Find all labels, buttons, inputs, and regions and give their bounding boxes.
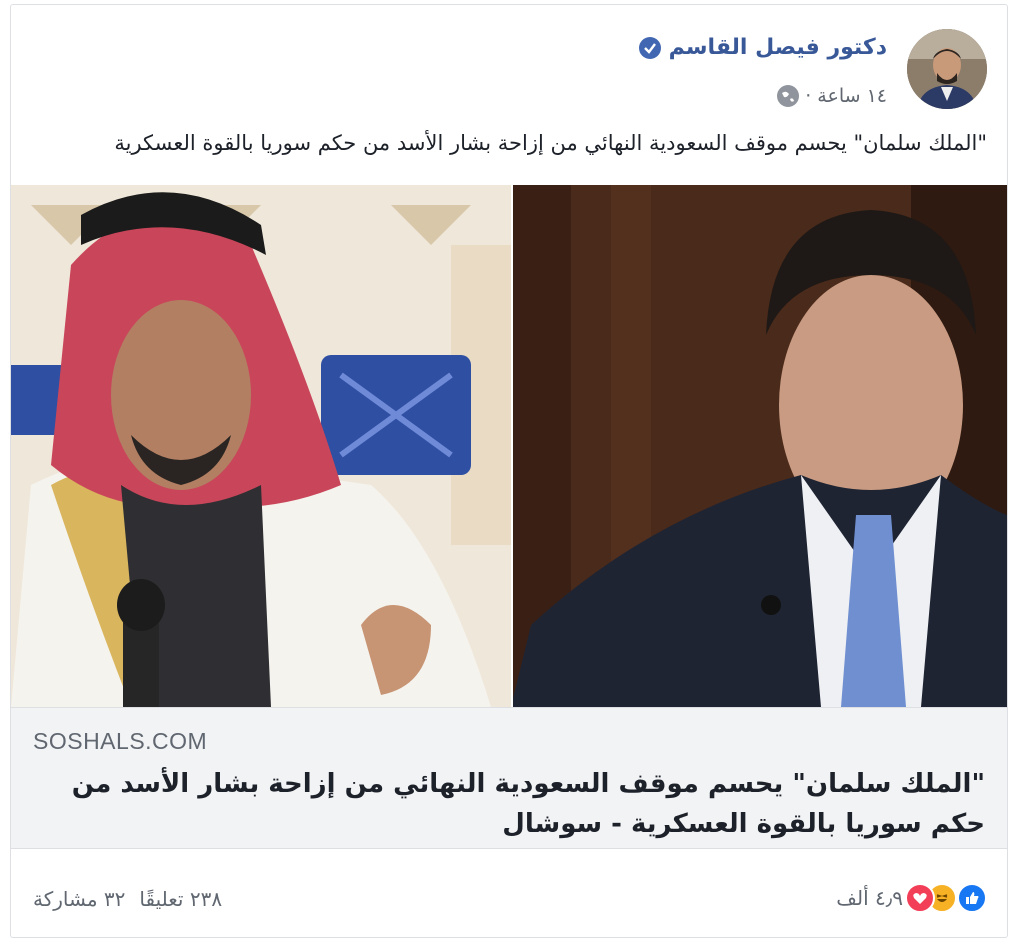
post-card: دكتور فيصل القاسم ١٤ ساعة · "الملك سلمان… (10, 4, 1008, 938)
verified-badge-icon (638, 36, 661, 59)
post-meta: ١٤ ساعة · (777, 85, 887, 107)
reaction-count[interactable]: ٤٫٩ ألف (836, 886, 903, 910)
post-timestamp[interactable]: ١٤ ساعة (817, 85, 887, 107)
author-avatar[interactable] (907, 29, 987, 109)
reactions-summary[interactable]: ٤٫٩ ألف (836, 883, 987, 913)
comment-count[interactable]: ٢٣٨ تعليقًا (139, 887, 222, 911)
link-title[interactable]: "الملك سلمان" يحسم موقف السعودية النهائي… (35, 764, 985, 844)
link-preview[interactable]: SOSHALS.COM "الملك سلمان" يحسم موقف السع… (11, 707, 1007, 849)
post-footer: ٤٫٩ ألف ٢٣٨ تعليقًا ٣٢ مشاركة (11, 865, 1007, 925)
globe-icon[interactable] (777, 85, 800, 107)
share-count[interactable]: ٣٢ مشاركة (33, 887, 125, 911)
author-line: دكتور فيصل القاسم (638, 35, 887, 60)
engagement-stats: ٢٣٨ تعليقًا ٣٢ مشاركة (33, 887, 222, 911)
link-domain: SOSHALS.COM (33, 728, 208, 754)
post-image[interactable] (11, 185, 1007, 707)
meta-separator: · (805, 85, 812, 107)
love-reaction-icon (905, 883, 935, 913)
like-reaction-icon (957, 883, 987, 913)
post-text: "الملك سلمان" يحسم موقف السعودية النهائي… (114, 131, 987, 155)
author-name[interactable]: دكتور فيصل القاسم (669, 35, 887, 60)
